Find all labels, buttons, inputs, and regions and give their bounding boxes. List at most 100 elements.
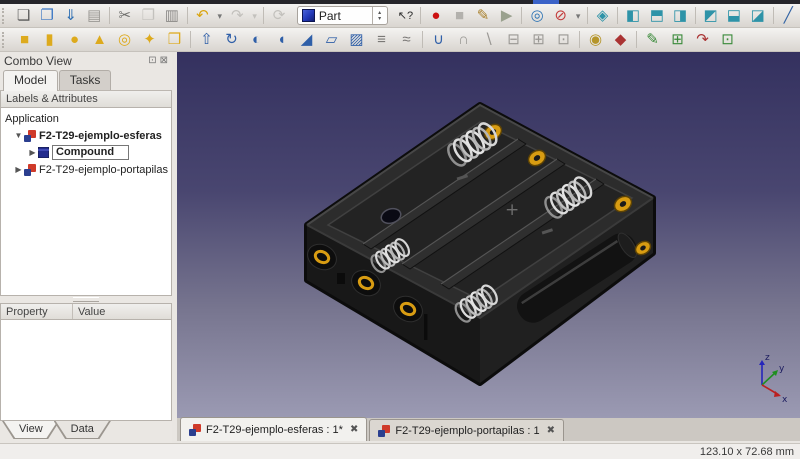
cross-sections-icon[interactable]: ⊞ bbox=[526, 29, 551, 51]
property-column-header[interactable]: Property bbox=[1, 304, 73, 319]
document-tab-portapilas[interactable]: F2-T29-ejemplo-portapilas : 1 ✖ bbox=[369, 419, 565, 441]
sketch-validate-icon[interactable]: ⊡ bbox=[715, 29, 740, 51]
tab-view[interactable]: View bbox=[2, 421, 60, 439]
sketch-create-icon[interactable]: ✎ bbox=[640, 29, 665, 51]
view-bottom-icon[interactable]: ◨ bbox=[723, 4, 745, 28]
ruled-surface-icon[interactable]: ▨ bbox=[344, 29, 369, 51]
plus-marking: + bbox=[505, 200, 519, 220]
float-panel-icon[interactable]: ⊡ bbox=[148, 55, 156, 66]
tree-item-document-esferas[interactable]: ▼ F2-T29-ejemplo-esferas bbox=[1, 127, 171, 144]
paste-icon[interactable]: ▥ bbox=[160, 5, 184, 27]
toolbar-part: ■ ▮ ● ▲ ◎ ✦ ❒ ⇧ ↻ ◐ ◖ ◢ ▱ ▨ ≡ ≈ ∪ ∩ ∖ ⊟ … bbox=[0, 28, 800, 52]
toolbar-grip[interactable] bbox=[2, 31, 8, 48]
tab-model[interactable]: Model bbox=[3, 70, 58, 91]
whats-this-icon[interactable]: ↖? bbox=[394, 5, 418, 27]
extrude-icon[interactable]: ⇧ bbox=[194, 29, 219, 51]
sweep-icon[interactable]: ≈ bbox=[394, 29, 419, 51]
tree-item-compound[interactable]: ▶ Compound bbox=[1, 144, 171, 161]
view-rear-icon[interactable]: ◩ bbox=[699, 5, 723, 27]
sketch-reorient-icon[interactable]: ↷ bbox=[690, 29, 715, 51]
property-table-body[interactable] bbox=[0, 320, 172, 421]
close-icon[interactable]: ✖ bbox=[547, 425, 555, 436]
undo-menu-icon[interactable]: ▾ bbox=[214, 5, 225, 27]
redo-icon[interactable]: ↷ bbox=[225, 5, 249, 27]
redo-menu-icon[interactable]: ▾ bbox=[249, 5, 260, 27]
tree-header-label: Labels & Attributes bbox=[6, 93, 98, 105]
toolbar-separator bbox=[109, 7, 110, 24]
value-column-header[interactable]: Value bbox=[73, 304, 110, 319]
view-top-icon[interactable]: ◧ bbox=[646, 4, 668, 28]
compound-tool-icon[interactable]: ⊡ bbox=[551, 29, 576, 51]
tab-tasks[interactable]: Tasks bbox=[58, 70, 112, 90]
macro-stop-icon[interactable]: ■ bbox=[448, 5, 472, 27]
property-mode-tabs: View Data bbox=[0, 421, 172, 443]
combo-view-tabs: Model Tasks bbox=[0, 69, 172, 91]
model-tree[interactable]: Application ▼ F2-T29-ejemplo-esferas ▶ C… bbox=[0, 108, 172, 296]
view-front-icon[interactable]: ◧ bbox=[621, 5, 645, 27]
panel-splitter[interactable] bbox=[0, 296, 172, 303]
mirror-icon[interactable]: ◐ bbox=[244, 29, 269, 51]
tree-item-rename-input[interactable]: Compound bbox=[52, 145, 130, 160]
view-left-icon[interactable]: ◪ bbox=[746, 5, 770, 27]
3d-viewport[interactable]: + z y x bbox=[177, 52, 800, 418]
workbench-selector[interactable]: Part ▴ ▾ bbox=[296, 6, 388, 25]
toolbar-file: ❏ ❐ ⇓ ▤ ✂ ❐ ▥ ↶ ▾ ↷ ▾ ⟳ Part ▴ ▾ ↖? ● ■ … bbox=[0, 4, 800, 28]
workbench-stepper[interactable]: ▴ ▾ bbox=[371, 7, 387, 24]
section-icon[interactable]: ⊟ bbox=[501, 29, 526, 51]
measure-distance-icon[interactable]: ╱ bbox=[776, 5, 800, 27]
toolbar-grip[interactable] bbox=[2, 7, 8, 24]
open-file-icon[interactable]: ❐ bbox=[35, 5, 59, 27]
sphere-icon[interactable]: ● bbox=[62, 29, 87, 51]
expander-icon[interactable]: ▶ bbox=[13, 165, 24, 174]
refresh-icon[interactable]: ⟳ bbox=[267, 5, 291, 27]
draw-style-menu-icon[interactable]: ▾ bbox=[572, 5, 583, 27]
make-face-icon[interactable]: ▱ bbox=[319, 29, 344, 51]
combo-view-title: Combo View bbox=[4, 53, 72, 68]
view-isometric-icon[interactable]: ◈ bbox=[591, 5, 615, 27]
sketch-map-icon[interactable]: ⊞ bbox=[665, 29, 690, 51]
fillet-icon[interactable]: ◖ bbox=[269, 29, 294, 51]
expander-icon[interactable]: ▼ bbox=[13, 131, 24, 140]
save-file-icon[interactable]: ⇓ bbox=[59, 5, 83, 27]
cone-icon[interactable]: ▲ bbox=[87, 29, 112, 51]
print-icon[interactable]: ▤ bbox=[82, 5, 106, 27]
toolbar-separator bbox=[579, 31, 580, 48]
toolbar-separator bbox=[420, 7, 422, 24]
torus-icon[interactable]: ◎ bbox=[112, 29, 137, 51]
chamfer-icon[interactable]: ◢ bbox=[294, 29, 319, 51]
fit-all-icon[interactable]: ◎ bbox=[525, 5, 549, 27]
close-icon[interactable]: ✖ bbox=[350, 424, 358, 435]
macro-edit-icon[interactable]: ✎ bbox=[471, 5, 495, 27]
cylinder-icon[interactable]: ▮ bbox=[37, 29, 62, 51]
box-icon[interactable]: ■ bbox=[12, 29, 37, 51]
boolean-common-icon[interactable]: ∩ bbox=[451, 29, 476, 51]
revolve-icon[interactable]: ↻ bbox=[219, 29, 244, 51]
cut-icon[interactable]: ✂ bbox=[113, 5, 137, 27]
macro-play-icon[interactable]: ▶ bbox=[495, 5, 519, 27]
macro-record-icon[interactable]: ● bbox=[424, 5, 448, 27]
boolean-cut-icon[interactable]: ∖ bbox=[476, 29, 501, 51]
tree-item-application[interactable]: Application bbox=[1, 110, 171, 127]
defeaturing-icon[interactable]: ◆ bbox=[608, 29, 633, 51]
shape-builder-icon[interactable]: ❒ bbox=[162, 29, 187, 51]
toolbar-separator bbox=[636, 31, 637, 48]
view-right-icon[interactable]: ◨ bbox=[668, 5, 692, 27]
boolean-union-icon[interactable]: ∪ bbox=[426, 29, 451, 51]
tree-item-document-portapilas[interactable]: ▶ F2-T29-ejemplo-portapilas bbox=[1, 161, 171, 178]
toolbar-separator bbox=[617, 7, 619, 24]
tab-data[interactable]: Data bbox=[53, 421, 111, 439]
draw-style-icon[interactable]: ⊘ bbox=[549, 5, 573, 27]
new-file-icon[interactable]: ❏ bbox=[12, 5, 36, 27]
check-geometry-icon[interactable]: ◉ bbox=[583, 29, 608, 51]
battery-holder-model[interactable]: + z y x bbox=[177, 52, 800, 418]
close-panel-icon[interactable]: ⊠ bbox=[160, 55, 168, 66]
loft-icon[interactable]: ≡ bbox=[369, 29, 394, 51]
tree-item-label: F2-T29-ejemplo-portapilas bbox=[39, 163, 168, 176]
document-tab-esferas[interactable]: F2-T29-ejemplo-esferas : 1* ✖ bbox=[180, 417, 368, 441]
expander-icon[interactable]: ▶ bbox=[27, 148, 38, 157]
tree-header: Labels & Attributes bbox=[0, 91, 172, 108]
undo-icon[interactable]: ↶ bbox=[191, 5, 215, 27]
copy-icon[interactable]: ❐ bbox=[137, 5, 161, 27]
create-primitives-icon[interactable]: ✦ bbox=[137, 29, 162, 51]
tree-item-label: Application bbox=[5, 112, 59, 125]
